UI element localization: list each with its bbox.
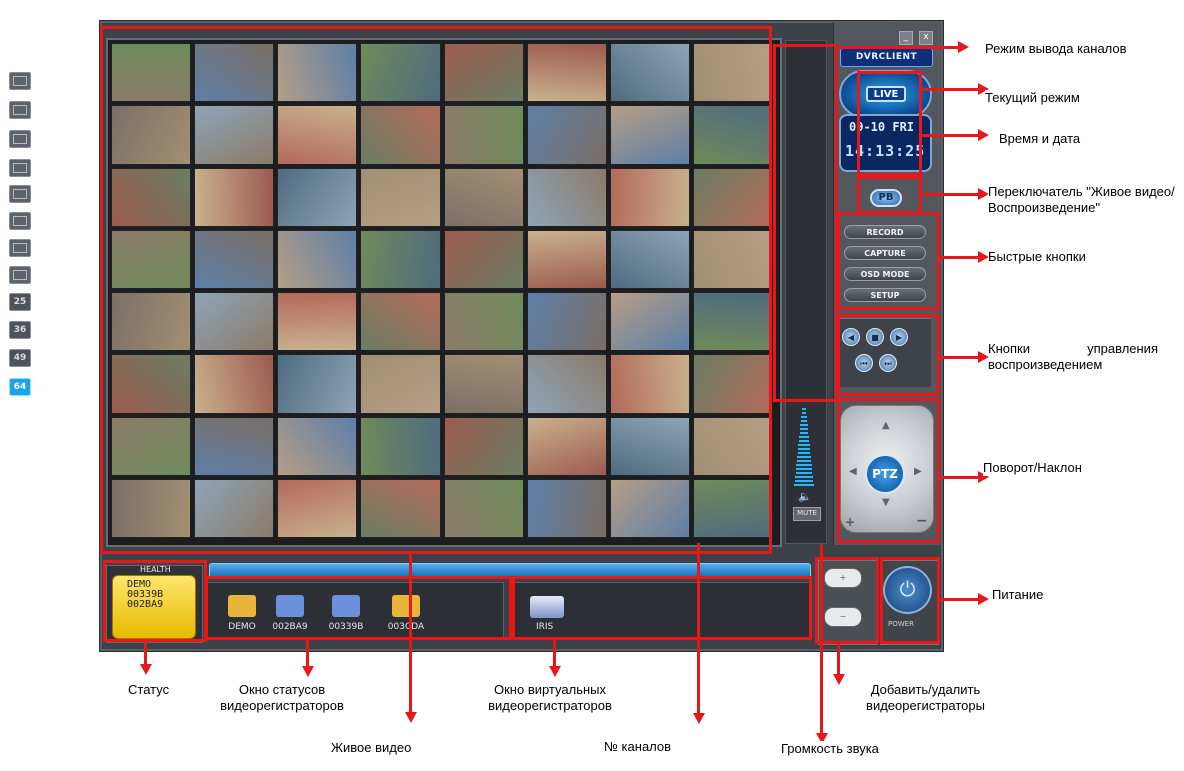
volume-bar bbox=[800, 420, 808, 422]
volume-bar bbox=[801, 416, 807, 418]
arrow-head bbox=[549, 666, 561, 677]
volume-bar bbox=[800, 428, 808, 430]
status-highlight bbox=[103, 560, 207, 642]
layout-1-button[interactable] bbox=[9, 72, 31, 90]
layout-36-button[interactable]: 36 bbox=[9, 321, 31, 339]
volume-bar bbox=[796, 460, 812, 462]
arrow-line bbox=[940, 356, 978, 359]
arrow-line bbox=[940, 476, 978, 479]
arrow-line bbox=[940, 598, 978, 601]
label-pan-tilt: Поворот/Наклон bbox=[983, 460, 1082, 476]
layout-64-button[interactable]: 64 bbox=[9, 378, 31, 396]
label-channel-no: № каналов bbox=[604, 739, 672, 755]
volume-bar bbox=[802, 408, 806, 410]
label-time-date: Время и дата bbox=[999, 131, 1081, 147]
volume-bar bbox=[794, 480, 814, 482]
arrow-line bbox=[940, 256, 978, 259]
arrow-line bbox=[922, 88, 978, 91]
label-switch: Переключатель "Живое видео/Воспроизведен… bbox=[988, 184, 1184, 216]
layout-4-button[interactable] bbox=[9, 101, 31, 119]
arrow-head bbox=[140, 664, 152, 675]
volume-bar bbox=[799, 436, 809, 438]
speaker-icon: 🔈 bbox=[798, 490, 812, 503]
quick-buttons-highlight bbox=[837, 212, 940, 310]
layout-9-button[interactable] bbox=[9, 185, 31, 203]
label-dvr-status: Окно статусов видеорегистраторов bbox=[203, 682, 361, 714]
volume-slider[interactable] bbox=[794, 408, 816, 488]
arrow-line bbox=[553, 640, 556, 666]
dvr-status-highlight bbox=[205, 576, 512, 640]
layout-16-button[interactable] bbox=[9, 266, 31, 284]
power-highlight bbox=[880, 557, 940, 644]
volume-bar bbox=[795, 472, 813, 474]
label-power: Питание bbox=[992, 587, 1044, 603]
volume-bar bbox=[798, 440, 810, 442]
arrow-line bbox=[697, 543, 700, 713]
label-playback-controls: Кнопки управления воспроизведением bbox=[988, 341, 1158, 373]
layout-10-button[interactable] bbox=[9, 212, 31, 230]
arrow-head bbox=[302, 666, 314, 677]
volume-bar bbox=[797, 452, 811, 454]
minimize-icon[interactable]: _ bbox=[899, 31, 913, 45]
switch-highlight bbox=[857, 176, 922, 214]
arrow-head bbox=[958, 41, 969, 53]
volume-bar bbox=[799, 432, 809, 434]
ptz-highlight bbox=[837, 398, 940, 543]
dvrclient-logo: DVRCLIENT bbox=[840, 48, 933, 67]
volume-bar bbox=[800, 424, 808, 426]
label-quick-buttons: Быстрые кнопки bbox=[988, 249, 1086, 265]
channel-mode-highlight bbox=[773, 44, 838, 402]
arrow-line bbox=[922, 134, 978, 137]
label-channel-mode: Режим вывода каналов bbox=[985, 41, 1127, 57]
playback-highlight bbox=[837, 314, 940, 396]
close-icon[interactable]: x bbox=[919, 31, 933, 45]
volume-bar bbox=[797, 456, 811, 458]
layout-49-button[interactable]: 49 bbox=[9, 349, 31, 367]
add-remove-highlight bbox=[815, 557, 879, 644]
label-volume: Громкость звука bbox=[781, 741, 879, 757]
volume-bar bbox=[795, 476, 813, 478]
live-video-highlight bbox=[100, 26, 772, 554]
virtual-dvr-highlight bbox=[512, 576, 812, 640]
arrow-line bbox=[306, 640, 309, 666]
mute-button[interactable]: MUTE bbox=[793, 507, 821, 521]
layout-13-button[interactable] bbox=[9, 239, 31, 257]
arrow-line bbox=[820, 544, 823, 734]
arrow-head bbox=[693, 713, 705, 724]
volume-bar bbox=[796, 464, 812, 466]
volume-bar bbox=[798, 444, 810, 446]
layout-25-button[interactable]: 25 bbox=[9, 293, 31, 311]
current-mode-highlight bbox=[857, 71, 922, 176]
volume-bar bbox=[796, 468, 812, 470]
arrow-head bbox=[405, 712, 417, 723]
arrow-head bbox=[978, 129, 989, 141]
arrow-line bbox=[838, 46, 958, 49]
label-status: Статус bbox=[128, 682, 170, 698]
arrow-line bbox=[837, 644, 840, 674]
label-add-remove: Добавить/удалить видеорегистраторы bbox=[843, 682, 1008, 714]
window-controls: _ x bbox=[893, 24, 933, 45]
volume-bar bbox=[798, 448, 810, 450]
label-live-video: Живое видео bbox=[331, 740, 412, 756]
label-virtual-dvr: Окно виртуальных видеорегистраторов bbox=[465, 682, 635, 714]
layout-8-button[interactable] bbox=[9, 159, 31, 177]
arrow-line bbox=[144, 642, 147, 664]
volume-bar bbox=[801, 412, 807, 414]
arrow-line bbox=[922, 193, 978, 196]
arrow-head bbox=[978, 593, 989, 605]
arrow-line bbox=[409, 554, 412, 712]
label-current-mode: Текущий режим bbox=[985, 90, 1080, 106]
volume-bar bbox=[794, 484, 814, 486]
layout-6-button[interactable] bbox=[9, 130, 31, 148]
